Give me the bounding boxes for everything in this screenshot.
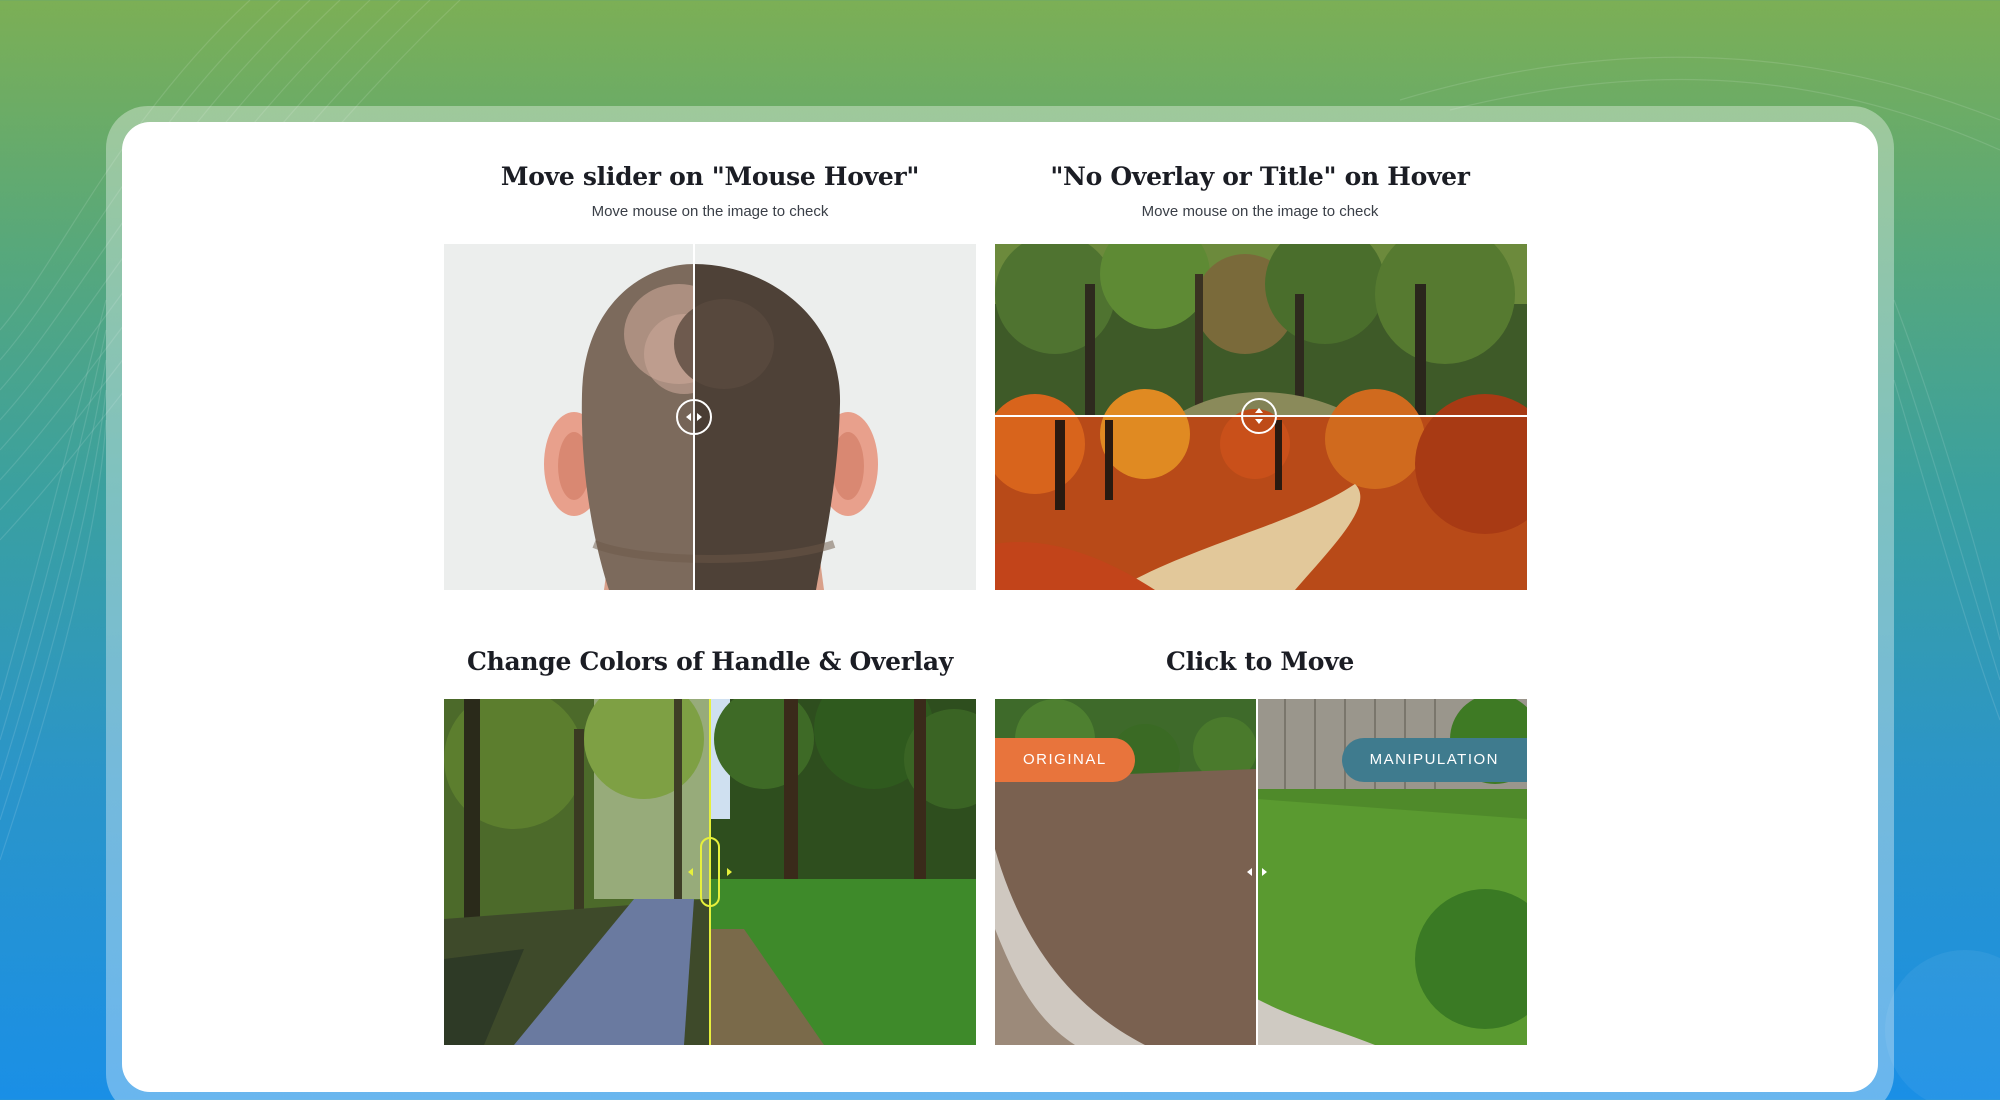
demo-title-change-colors: Change Colors of Handle & Overlay: [467, 647, 953, 676]
demo-subtitle-no-overlay: Move mouse on the image to check: [1141, 203, 1379, 220]
demo-title-click-to-move: Click to Move: [1166, 647, 1354, 676]
manipulation-label: MANIPULATION: [1341, 738, 1527, 782]
comparison-slider-click[interactable]: ORIGINAL MANIPULATION: [995, 699, 1527, 1045]
up-down-arrows-icon[interactable]: [1241, 398, 1277, 434]
comparison-slider-colored[interactable]: [444, 699, 976, 1045]
comparison-slider-mouse-hover[interactable]: [444, 244, 976, 590]
left-right-arrows-icon[interactable]: [676, 399, 712, 435]
original-label: ORIGINAL: [995, 738, 1135, 782]
small-arrows-icon[interactable]: [1245, 866, 1269, 878]
demo-subtitle-mouse-hover: Move mouse on the image to check: [591, 203, 829, 220]
demo-title-no-overlay: "No Overlay or Title" on Hover: [1050, 162, 1470, 191]
comparison-slider-vertical[interactable]: [995, 244, 1527, 590]
handle-arrows-icon: [688, 868, 732, 876]
demo-title-mouse-hover: Move slider on "Mouse Hover": [500, 162, 920, 191]
